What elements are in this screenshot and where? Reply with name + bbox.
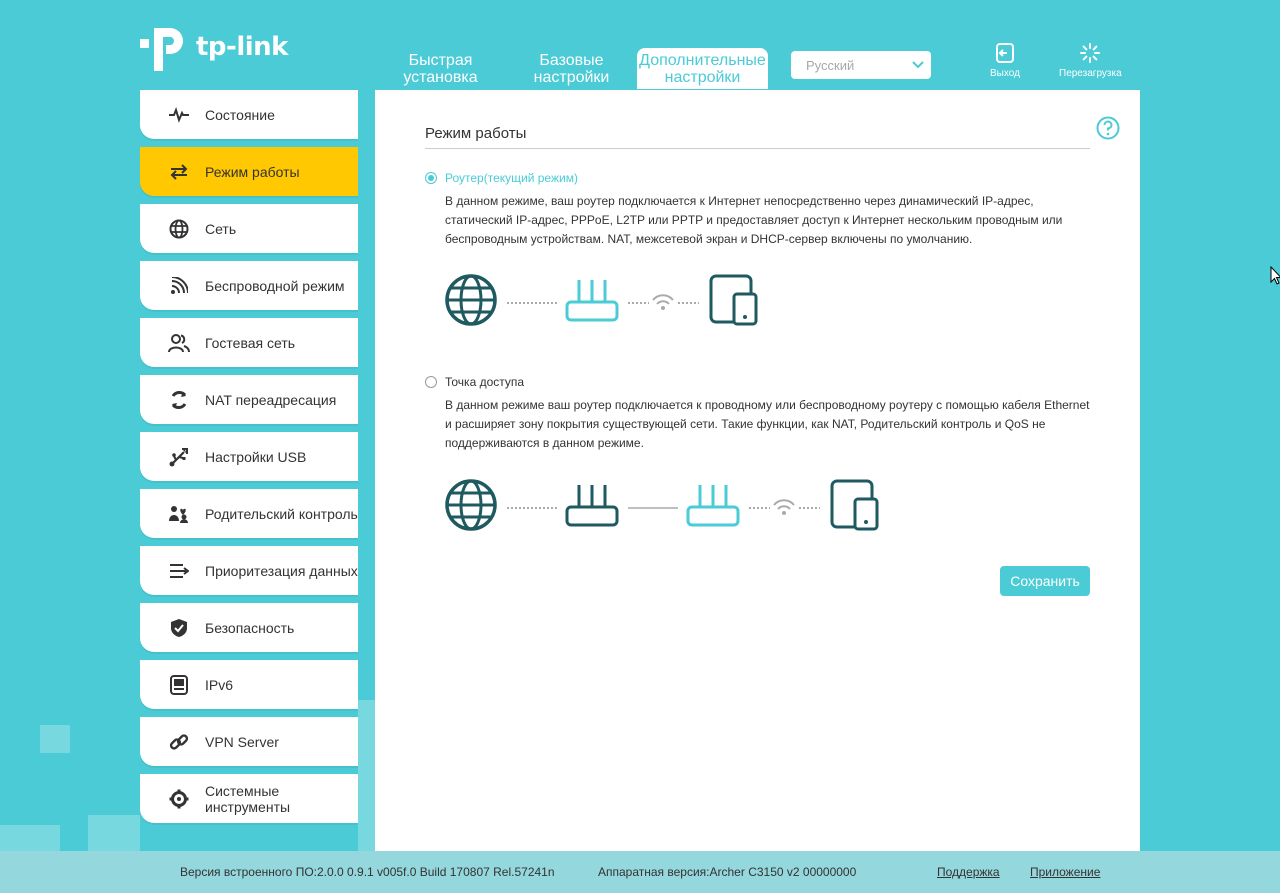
sidebar-item-wireless[interactable]: Беспроводной режим — [140, 261, 358, 310]
ap-mode-description: В данном режиме ваш роутер подключается … — [445, 398, 1090, 450]
sidebar: Состояние Режим работы Сеть Беспроводной… — [140, 90, 358, 831]
logo-text: tp-link — [196, 32, 288, 62]
app-link[interactable]: Приложение — [1030, 865, 1100, 879]
sidebar-item-label: Режим работы — [205, 163, 300, 180]
bg-decoration — [88, 815, 140, 851]
title-divider — [425, 148, 1090, 149]
tab-quick-setup[interactable]: Быстрая установка — [375, 48, 506, 89]
sidebar-item-vpn-server[interactable]: VPN Server — [140, 717, 358, 766]
main-router-icon — [565, 485, 619, 527]
support-link[interactable]: Поддержка — [937, 865, 1000, 879]
ipv6-icon — [168, 674, 190, 696]
tab-advanced[interactable]: Дополнительные настройки — [637, 48, 768, 89]
sidebar-item-label: Приоритезация данных — [205, 562, 358, 579]
parental-icon — [168, 503, 190, 525]
sidebar-item-label: Настройки USB — [205, 448, 307, 465]
sidebar-item-status[interactable]: Состояние — [140, 90, 358, 139]
usb-icon — [168, 446, 190, 468]
sidebar-item-label: Сеть — [205, 220, 237, 237]
sidebar-item-network[interactable]: Сеть — [140, 204, 358, 253]
sidebar-item-label: VPN Server — [205, 733, 279, 750]
bg-decoration — [40, 725, 70, 753]
globe-icon — [168, 218, 190, 240]
wifi-signal-icon — [652, 294, 674, 310]
qos-icon — [168, 560, 190, 582]
main-panel: Режим работы Роутер(текущий режим) В дан… — [375, 90, 1140, 851]
sidebar-item-system-tools[interactable]: Системные инструменты — [140, 774, 358, 823]
footer: Версия встроенного ПО:2.0.0 0.9.1 v005f.… — [0, 851, 1280, 893]
logout-label: Выход — [990, 68, 1020, 79]
sidebar-item-label: IPv6 — [205, 676, 234, 693]
logout-icon — [995, 43, 1014, 63]
sidebar-item-label: Беспроводной режим — [205, 277, 345, 294]
tp-link-logo: tp-link — [140, 22, 288, 72]
sidebar-item-nat[interactable]: NAT переадресация — [140, 375, 358, 424]
devices-icon — [830, 479, 879, 531]
chevron-down-icon — [912, 61, 924, 69]
tab-basic[interactable]: Базовые настройки — [506, 48, 637, 89]
wifi-signal-icon — [773, 499, 795, 515]
sidebar-item-ipv6[interactable]: IPv6 — [140, 660, 358, 709]
access-point-icon — [686, 485, 740, 527]
bg-decoration — [0, 825, 60, 851]
bg-decoration — [358, 700, 375, 851]
pulse-icon — [168, 104, 190, 126]
sidebar-item-label: Родительский контроль — [205, 505, 358, 522]
internet-globe-icon — [445, 274, 497, 326]
language-value: Русский — [806, 57, 855, 73]
router-mode-radio[interactable] — [425, 172, 437, 184]
sidebar-item-label: Безопасность — [205, 619, 295, 636]
swap-icon — [168, 161, 190, 183]
logout-button[interactable]: Выход — [990, 42, 1020, 79]
internet-globe-icon — [445, 479, 497, 531]
logo-mark-icon — [140, 28, 183, 71]
reboot-icon — [1080, 43, 1101, 63]
reboot-label: Перезагрузка — [1059, 68, 1122, 79]
sidebar-item-label: NAT переадресация — [205, 391, 337, 408]
sidebar-item-security[interactable]: Безопасность — [140, 603, 358, 652]
sidebar-item-label: Гостевая сеть — [205, 334, 296, 351]
sidebar-item-parental-control[interactable]: Родительский контроль — [140, 489, 358, 538]
hardware-version: Аппаратная версия:Archer C3150 v2 000000… — [598, 865, 857, 879]
ap-mode-label: Точка доступа — [445, 375, 525, 389]
language-select[interactable]: Русский — [791, 51, 931, 79]
sidebar-item-qos[interactable]: Приоритезация данных — [140, 546, 358, 595]
sidebar-item-usb[interactable]: Настройки USB — [140, 432, 358, 481]
wifi-icon — [168, 275, 190, 297]
shield-icon — [168, 617, 190, 639]
nat-icon — [168, 389, 190, 411]
router-mode-label: Роутер(текущий режим) — [445, 171, 578, 185]
sidebar-item-label: Системные инструменты — [205, 782, 291, 815]
ap-mode-diagram — [445, 479, 879, 531]
page-title: Режим работы — [425, 125, 527, 142]
reboot-button[interactable]: Перезагрузка — [1059, 42, 1122, 79]
devices-icon — [709, 274, 758, 326]
sidebar-item-guest-network[interactable]: Гостевая сеть — [140, 318, 358, 367]
router-mode-diagram — [445, 274, 758, 326]
ap-mode-radio[interactable] — [425, 376, 437, 388]
save-button[interactable]: Сохранить — [1000, 566, 1090, 596]
top-navigation: Быстрая установка Базовые настройки Дополн… — [375, 48, 768, 89]
gear-icon — [168, 788, 190, 810]
router-mode-description: В данном режиме, ваш роутер подключается… — [445, 194, 1063, 246]
sidebar-item-operation-mode[interactable]: Режим работы — [140, 147, 358, 196]
router-icon — [565, 280, 619, 322]
mouse-cursor-icon — [1270, 266, 1280, 285]
router-mode-option[interactable]: Роутер(текущий режим) — [425, 171, 578, 185]
sidebar-item-label: Состояние — [205, 106, 275, 123]
link-icon — [168, 731, 190, 753]
help-icon[interactable] — [1096, 116, 1120, 140]
ap-mode-option[interactable]: Точка доступа — [425, 375, 524, 389]
guests-icon — [168, 332, 190, 354]
firmware-version: Версия встроенного ПО:2.0.0 0.9.1 v005f.… — [180, 865, 555, 879]
